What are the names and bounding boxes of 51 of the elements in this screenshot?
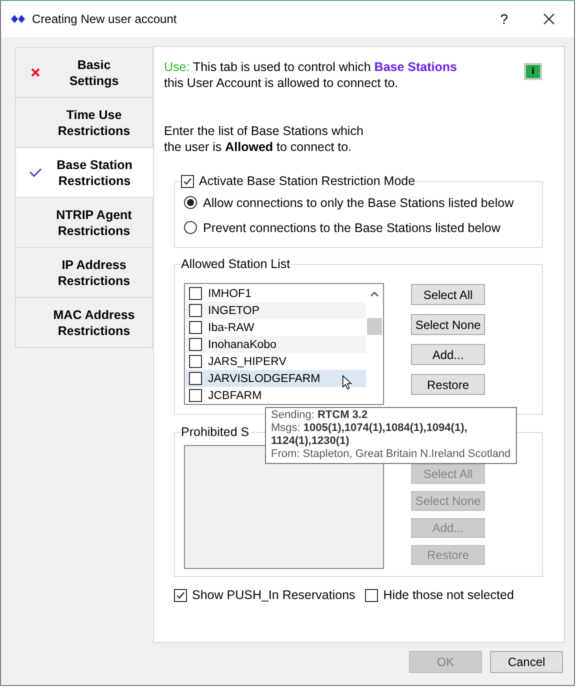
tab[interactable]: NTRIP Agent Restrictions [15,197,153,247]
checkbox[interactable] [174,588,187,602]
radio-button[interactable] [184,221,197,234]
checkbox-label: Activate Base Station Restriction Mode [199,174,416,188]
checkbox[interactable] [189,355,202,368]
list-item[interactable]: JARS_HIPERV [186,353,366,370]
checkbox[interactable] [181,174,194,188]
dialog-button[interactable]: Cancel [490,651,563,673]
list-item[interactable]: Iba-RAW [186,319,366,336]
checkbox[interactable] [365,588,378,602]
instructions-text: Enter the list of Base Stations which the user is Allowed to connect to. [164,123,364,155]
tab[interactable]: MAC Address Restrictions [15,297,153,348]
group-title: Allowed Station List [181,257,290,271]
radio-label: Prevent connections to the Base Stations listed below [203,220,500,234]
list-item[interactable]: IMHOF1 [186,285,366,302]
tab[interactable]: Base Station Restrictions [15,147,154,197]
tooltip-text: Msgs: 1005(1),1074(1),1084(1),1094(1), 1124(1),1230(1) [271,422,468,448]
tooltip-text: From: Stapleton, Great Britain N.Ireland Scotland [271,448,511,461]
list-item[interactable]: JCBFARM [186,387,366,404]
checkbox[interactable] [189,338,202,351]
info-button[interactable]: i [524,63,542,80]
usage-text: Use: This tab is used to control which Base Stations this User Account is allowed to connect to. [164,59,457,91]
cursor-icon [342,375,352,390]
list-item[interactable]: INGETOP [186,302,366,319]
window-title: Creating New user account [32,12,177,26]
tab[interactable]: IP Address Restrictions [15,247,153,297]
list-button[interactable]: Restore [411,374,485,395]
checkbox-label: Show PUSH_In Reservations [192,588,356,602]
tab[interactable]: Time Use Restrictions [15,97,153,147]
list-item[interactable]: InohanaKobo [186,336,366,353]
radio-button[interactable] [184,196,197,209]
diamonds-icon [11,15,25,23]
station-list[interactable]: IMHOF1 INGETOP Iba-RAW InohanaKobo JARS_HIPERV JARVISLODGEFARM JCBFARM [184,283,384,405]
scroll-thumb[interactable] [367,318,382,335]
checkbox[interactable] [189,287,202,300]
checkbox[interactable] [189,304,202,317]
group-title: Prohibited S [181,425,250,439]
list-button[interactable]: Select All [411,284,485,305]
list-button[interactable]: Select None [411,314,485,335]
close-icon[interactable] [543,13,555,25]
checkbox[interactable] [189,372,202,385]
radio-label: Allow connections to only the Base Stations listed below [203,196,514,210]
list-button[interactable]: Add... [411,344,485,365]
list-item[interactable]: JARVISLODGEFARM [186,370,366,387]
checkbox[interactable] [189,389,202,402]
scroll-up-icon[interactable] [370,291,379,297]
tooltip-text: Sending: RTCM 3.2 [271,409,369,422]
help-button[interactable]: ? [500,11,508,27]
tab[interactable]: Basic Settings [15,47,153,97]
checkbox[interactable] [189,321,202,334]
checkbox-label: Hide those not selected [383,588,514,602]
